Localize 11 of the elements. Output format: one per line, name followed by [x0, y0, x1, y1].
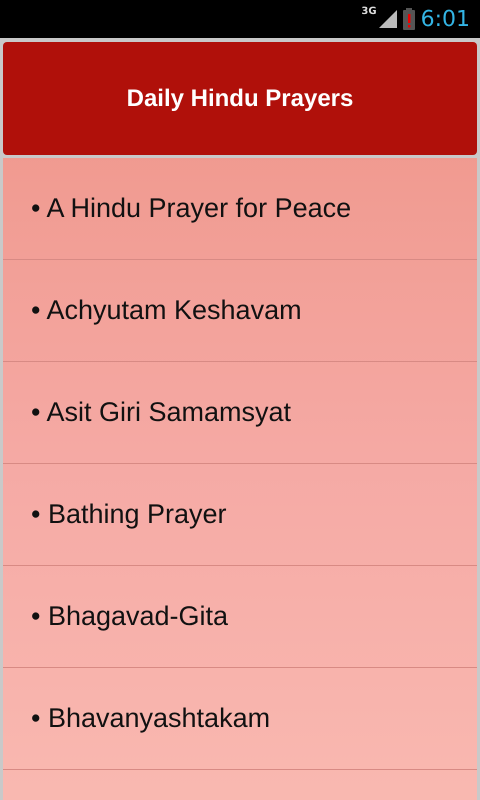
prayer-item[interactable]: • Asit Giri Samamsyat [31, 397, 292, 428]
prayer-item[interactable]: • Bhagavad-Gita [31, 601, 228, 632]
app-title: Daily Hindu Prayers [126, 84, 354, 112]
network-type: 3G [361, 6, 377, 17]
prayer-item[interactable]: • Achyutam Keshavam [31, 295, 302, 326]
battery-icon [402, 8, 415, 30]
signal-icon [378, 10, 397, 28]
prayer-item[interactable]: • A Hindu Prayer for Peace [31, 193, 352, 224]
prayer-item[interactable]: • Bathing Prayer [31, 499, 227, 530]
prayer-item[interactable]: • Bhavanyashtakam [31, 703, 270, 734]
clock-time: 6:01 [420, 6, 470, 32]
